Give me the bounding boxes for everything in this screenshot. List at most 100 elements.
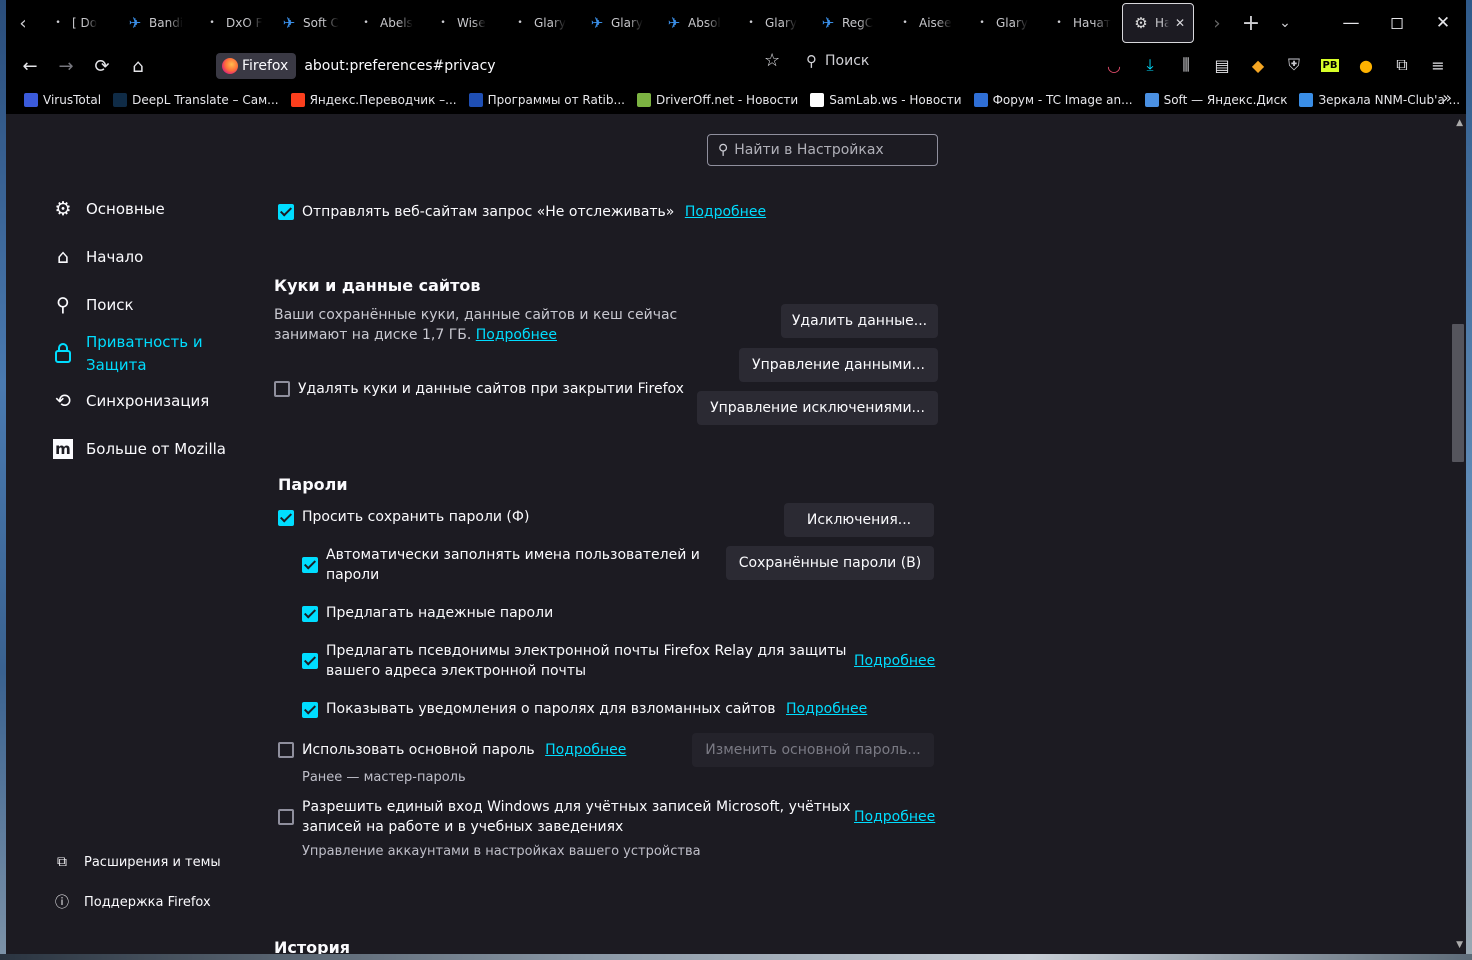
manage-exceptions-button[interactable]: Управление исключениями... (697, 391, 938, 425)
tab-item[interactable]: • Начат (1041, 3, 1118, 43)
tab-scroll-right-icon[interactable]: › (1200, 0, 1234, 46)
scroll-up-icon[interactable]: ▲ (1456, 118, 1463, 128)
close-window-icon[interactable]: ✕ (1420, 0, 1466, 46)
windows-sso-label: Разрешить единый вход Windows для учётны… (302, 797, 850, 837)
firefox-relay-more-link[interactable]: Подробнее (854, 651, 935, 671)
delete-on-close-checkbox[interactable] (274, 381, 290, 397)
tab-label: RegC (842, 16, 874, 30)
shield-extension-icon[interactable]: ⛨ (1276, 50, 1312, 80)
tab-item[interactable]: ✈ Soft C (271, 3, 348, 43)
breach-alerts-more-link[interactable]: Подробнее (786, 701, 867, 717)
pocket-icon[interactable]: ◡ (1096, 50, 1132, 80)
scrollbar-thumb[interactable] (1452, 324, 1464, 462)
primary-password-checkbox[interactable] (278, 742, 294, 758)
new-tab-icon[interactable]: + (1234, 0, 1268, 46)
bookmark-item[interactable]: Soft — Яндекс.Диск (1139, 93, 1294, 107)
bookmark-item[interactable]: Форум - TC Image an... (968, 93, 1139, 107)
downloads-icon[interactable]: ⤓ (1132, 50, 1168, 80)
do-not-track-checkbox[interactable] (278, 204, 294, 220)
cookies-more-link[interactable]: Подробнее (476, 327, 557, 343)
toolbar-icons: ◡ ⤓ ⫼ ▤ ◆ ⛨ PB ● ⧉ ≡ (1096, 50, 1456, 80)
firefox-logo-icon (222, 58, 238, 74)
tab-item[interactable]: • Glary (502, 3, 579, 43)
firefox-support-link[interactable]: ⓘ Поддержка Firefox (54, 892, 211, 912)
breach-alerts-checkbox[interactable] (302, 702, 318, 718)
mozilla-icon: m (53, 439, 73, 459)
delete-on-close-label: Удалять куки и данные сайтов при закрыти… (298, 381, 684, 397)
firefox-relay-checkbox[interactable] (302, 653, 318, 669)
autofill-logins-checkbox[interactable] (302, 557, 318, 573)
tab-item[interactable]: • Wise (425, 3, 502, 43)
bookmark-item[interactable]: SamLab.ws - Новости (804, 93, 967, 107)
bookmark-item[interactable]: DriverOff.net - Новости (631, 93, 804, 107)
feather-favicon-icon: ✈ (667, 14, 681, 32)
profile-extension-icon[interactable]: ● (1348, 50, 1384, 80)
reload-button[interactable]: ⟳ (84, 50, 120, 82)
extensions-icon[interactable]: ⧉ (1384, 50, 1420, 80)
password-exceptions-button[interactable]: Исключения... (784, 503, 934, 537)
maximize-icon[interactable]: ◻ (1374, 0, 1420, 46)
tab-item[interactable]: • Glary (733, 3, 810, 43)
close-tab-icon[interactable]: ✕ (1175, 16, 1193, 30)
ask-save-passwords-checkbox[interactable] (278, 510, 294, 526)
ask-save-passwords-label: Просить сохранить пароли (Ф) (302, 509, 530, 525)
windows-sso-more-link[interactable]: Подробнее (854, 807, 935, 827)
scrollbar[interactable]: ▲ ▼ (1450, 114, 1466, 954)
tab-label: [ Do (72, 16, 98, 30)
sidebar-icon[interactable]: ▤ (1204, 50, 1240, 80)
category-general[interactable]: ⚙ Основные (52, 198, 164, 221)
tab-item[interactable]: ✈ Glary (579, 3, 656, 43)
tab-strip: ‹ • [ Do ✈ Bandi • DxO F ✈ Soft C • Abels • Wise • Gl… (6, 0, 1466, 46)
bookmark-item[interactable]: VirusTotal (18, 93, 107, 107)
primary-password-note: Ранее — мастер-пароль (302, 770, 466, 785)
tab-item[interactable]: ✈ Bandi (117, 3, 194, 43)
list-all-tabs-icon[interactable]: ⌄ (1268, 0, 1302, 46)
forward-button[interactable]: → (48, 50, 84, 82)
back-button[interactable]: ← (12, 50, 48, 82)
search-bar[interactable]: ⚲ Поиск (806, 52, 869, 70)
pb-extension-icon[interactable]: PB (1312, 50, 1348, 80)
home-button[interactable]: ⌂ (120, 50, 156, 82)
primary-password-row: Использовать основной пароль Подробнее (302, 740, 626, 760)
category-search[interactable]: ⚲ Поиск (52, 294, 133, 317)
extensions-themes-link[interactable]: ⧉ Расширения и темы (54, 854, 221, 870)
bookmark-item[interactable]: Программы от Ratib... (463, 93, 631, 107)
scroll-down-icon[interactable]: ▼ (1456, 940, 1463, 950)
tab-item[interactable]: • Aisee (887, 3, 964, 43)
autofill-line2: пароли (326, 567, 380, 583)
tab-item[interactable]: ✈ RegC (810, 3, 887, 43)
bookmark-star-icon[interactable]: ☆ (764, 50, 780, 71)
minimize-icon[interactable]: — (1328, 0, 1374, 46)
tab-item[interactable]: • Glary (964, 3, 1041, 43)
category-more-from-mozilla[interactable]: m Больше от Mozilla (52, 438, 226, 461)
change-primary-password-button[interactable]: Изменить основной пароль... (692, 733, 934, 767)
tab-item[interactable]: ✈ Absol (656, 3, 733, 43)
primary-password-more-link[interactable]: Подробнее (545, 742, 626, 758)
url-text[interactable]: about:preferences#privacy (304, 58, 495, 74)
suggest-strong-passwords-checkbox[interactable] (302, 606, 318, 622)
preferences-search-input[interactable]: ⚲ Найти в Настройках (707, 134, 938, 166)
library-icon[interactable]: ⫼ (1168, 50, 1204, 80)
category-privacy[interactable]: Приватность и Защита (52, 331, 203, 377)
menu-icon[interactable]: ≡ (1420, 50, 1456, 80)
manage-data-button[interactable]: Управление данными... (739, 348, 938, 382)
extension-colorful-icon[interactable]: ◆ (1240, 50, 1276, 80)
firefox-window: ‹ • [ Do ✈ Bandi • DxO F ✈ Soft C • Abels • Wise • Gl… (6, 0, 1466, 954)
bookmarks-overflow-icon[interactable]: » (1442, 88, 1452, 107)
bookmark-item[interactable]: Яндекс.Переводчик –... (285, 93, 463, 107)
category-sync[interactable]: ⟲ Синхронизация (52, 390, 209, 413)
bookmark-item[interactable]: DeepL Translate – Сам... (107, 93, 284, 107)
saved-passwords-button[interactable]: Сохранённые пароли (В) (726, 546, 934, 580)
windows-sso-checkbox[interactable] (278, 809, 294, 825)
tab-item[interactable]: • DxO F (194, 3, 271, 43)
tab-scroll-left-icon[interactable]: ‹ (6, 0, 40, 46)
url-bar[interactable]: Firefox about:preferences#privacy (216, 51, 796, 81)
bookmark-item[interactable]: Зеркала NNM-Club'a ... (1293, 93, 1466, 107)
category-home[interactable]: ⌂ Начало (52, 246, 143, 269)
do-not-track-more-link[interactable]: Подробнее (685, 204, 766, 220)
tab-item[interactable]: • Abels (348, 3, 425, 43)
tab-settings-active[interactable]: ⚙ На ✕ (1122, 3, 1194, 43)
clear-data-button[interactable]: Удалить данные... (781, 304, 938, 338)
identity-box[interactable]: Firefox (216, 53, 297, 79)
tab-item[interactable]: • [ Do (40, 3, 117, 43)
